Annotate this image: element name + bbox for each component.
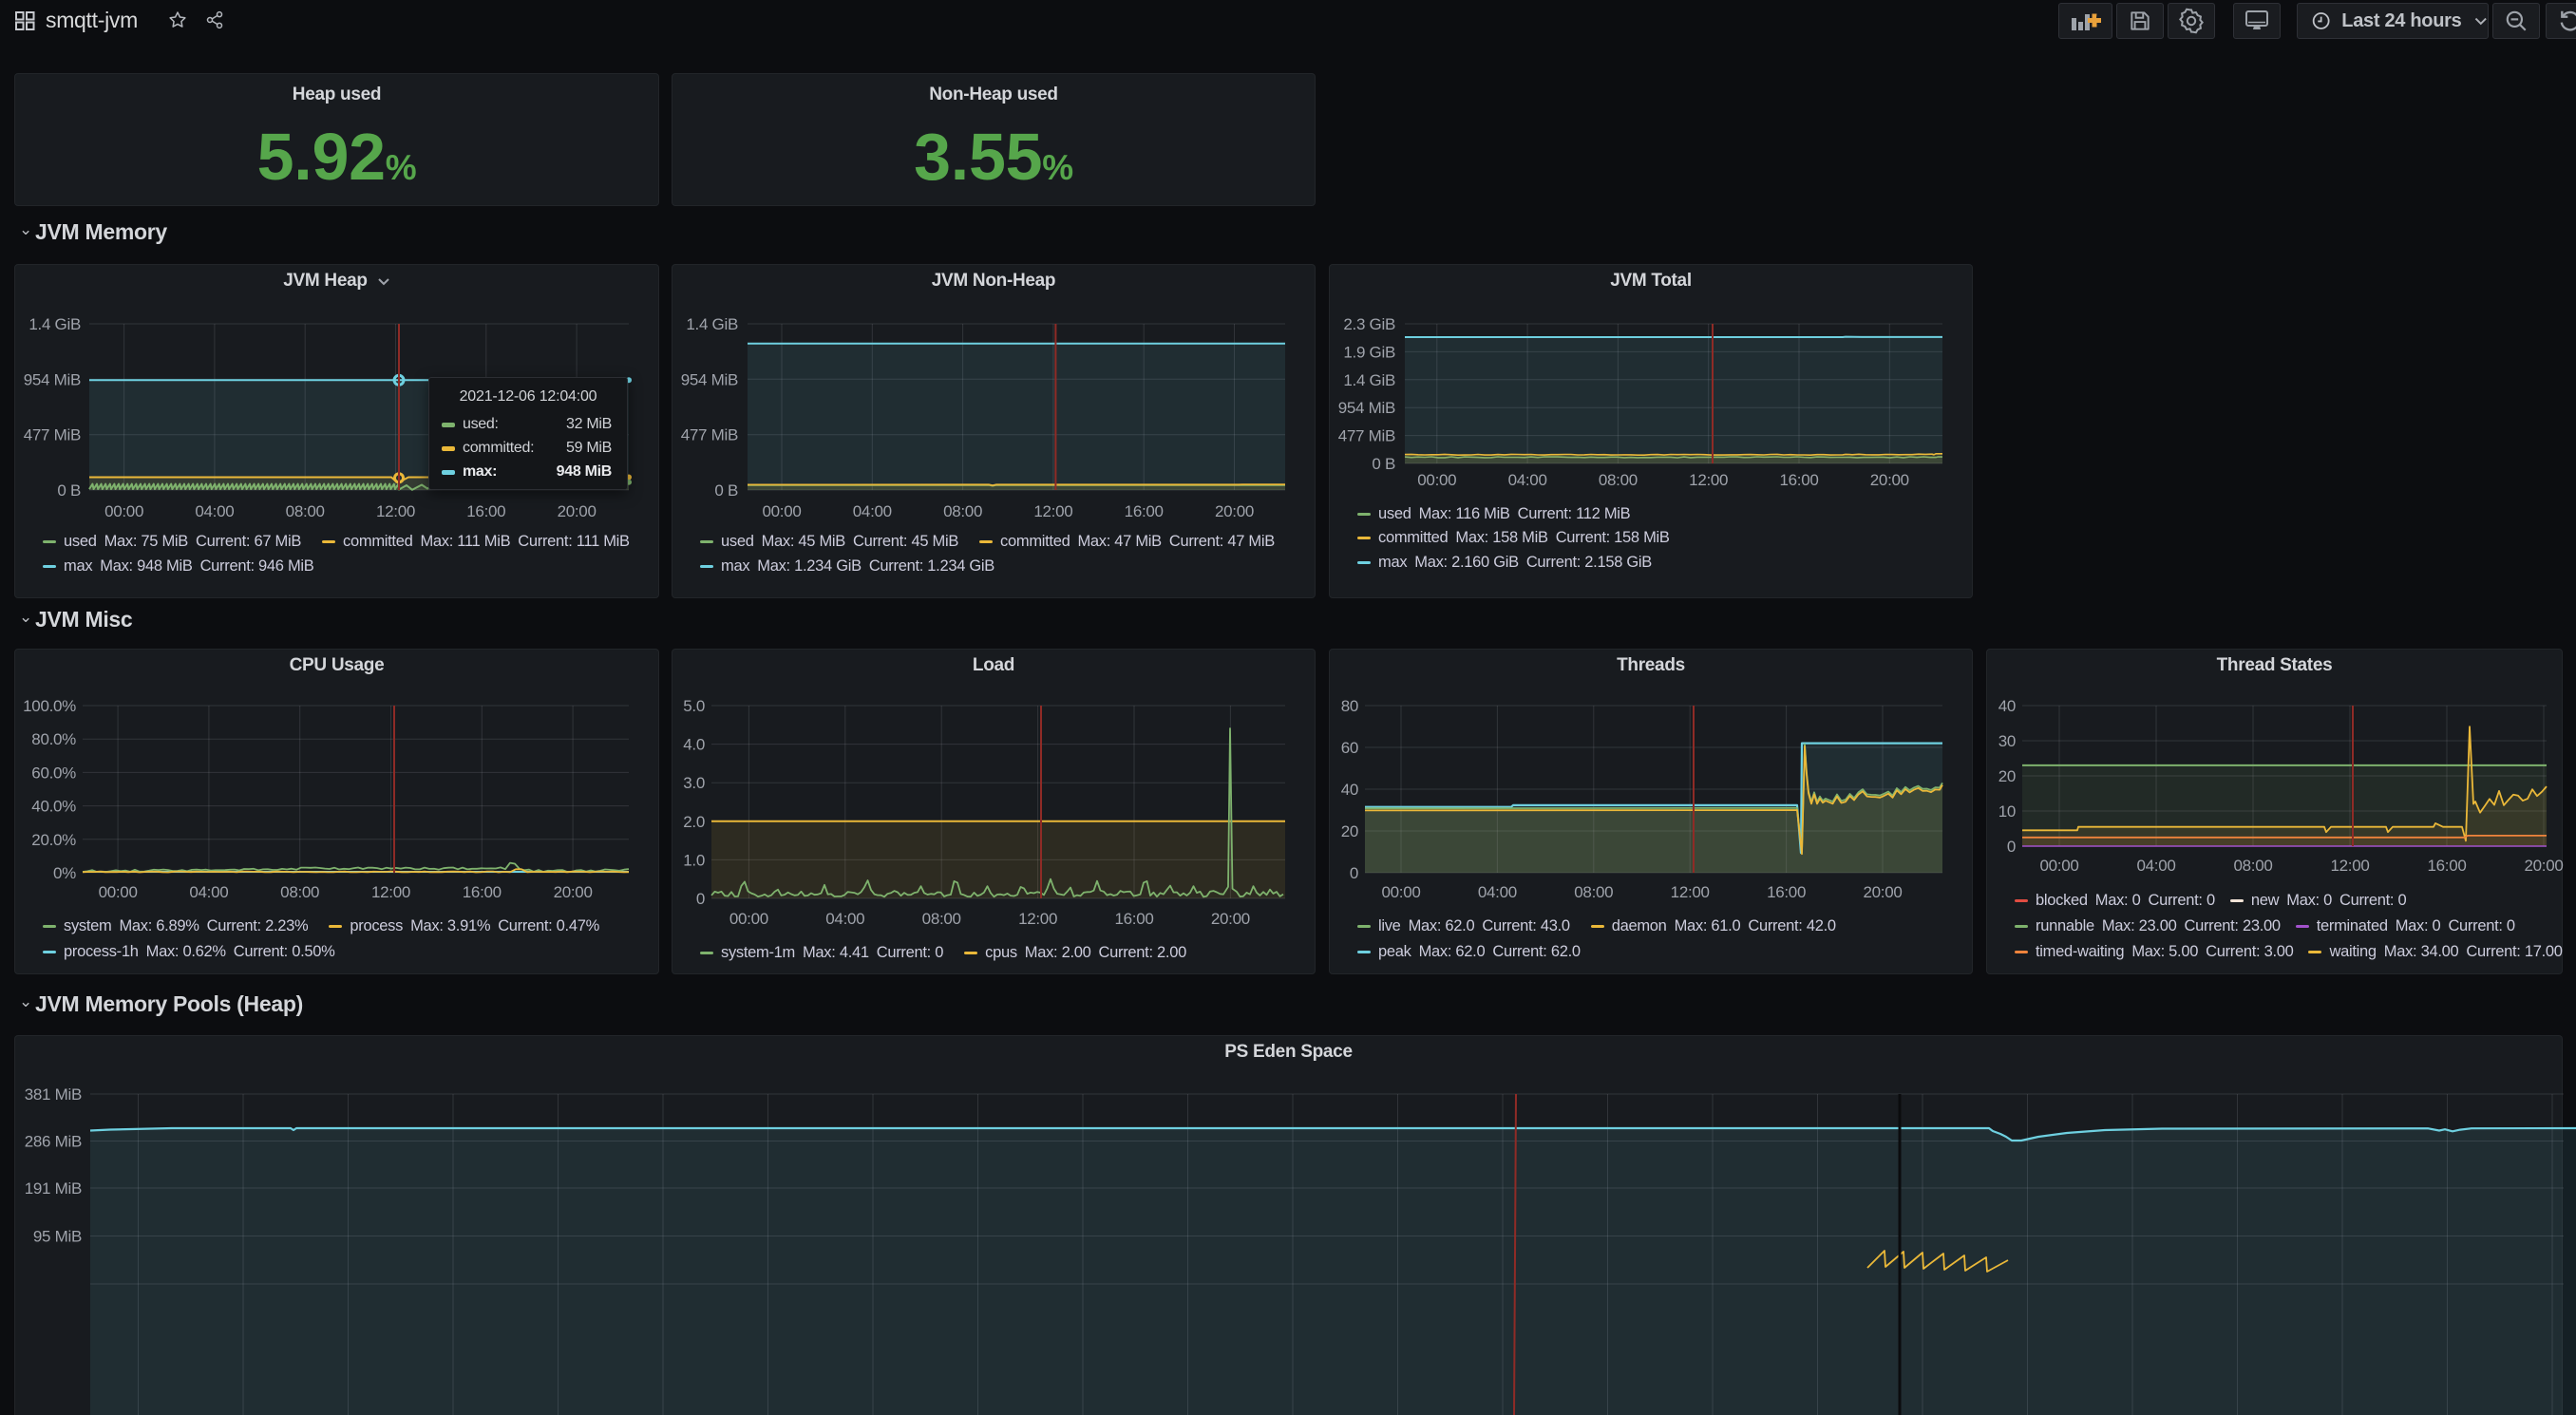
svg-text:12:00: 12:00	[376, 502, 415, 520]
svg-text:477 MiB: 477 MiB	[1338, 427, 1395, 445]
svg-text:00:00: 00:00	[104, 502, 143, 520]
svg-text:0: 0	[696, 890, 705, 908]
svg-text:16:00: 16:00	[463, 883, 502, 901]
svg-text:40.0%: 40.0%	[31, 798, 76, 816]
svg-text:12:00: 12:00	[2330, 857, 2369, 875]
svg-text:20:00: 20:00	[558, 502, 597, 520]
svg-text:20:00: 20:00	[1211, 910, 1250, 928]
svg-text:20: 20	[1341, 822, 1358, 840]
svg-text:16:00: 16:00	[2427, 857, 2466, 875]
svg-text:95 MiB: 95 MiB	[33, 1228, 82, 1246]
svg-text:20:00: 20:00	[2524, 857, 2563, 875]
svg-text:286 MiB: 286 MiB	[25, 1133, 82, 1151]
svg-text:5.0: 5.0	[683, 697, 705, 715]
svg-text:10: 10	[1998, 802, 2016, 821]
svg-text:04:00: 04:00	[2136, 857, 2175, 875]
svg-text:04:00: 04:00	[195, 502, 234, 520]
svg-text:16:00: 16:00	[466, 502, 505, 520]
svg-text:0: 0	[1350, 864, 1358, 882]
svg-text:80.0%: 80.0%	[31, 730, 76, 748]
svg-text:2.0: 2.0	[683, 813, 705, 831]
svg-text:12:00: 12:00	[1689, 471, 1728, 489]
svg-text:20:00: 20:00	[1215, 502, 1254, 520]
svg-text:12:00: 12:00	[1033, 502, 1072, 520]
svg-text:00:00: 00:00	[99, 883, 138, 901]
svg-text:08:00: 08:00	[1599, 471, 1638, 489]
svg-text:00:00: 00:00	[729, 910, 768, 928]
svg-text:20.0%: 20.0%	[31, 831, 76, 849]
svg-text:0: 0	[2007, 838, 2016, 856]
svg-text:08:00: 08:00	[943, 502, 982, 520]
svg-text:60.0%: 60.0%	[31, 764, 76, 782]
svg-text:1.0: 1.0	[683, 851, 705, 869]
svg-text:08:00: 08:00	[280, 883, 319, 901]
svg-text:100.0%: 100.0%	[23, 697, 76, 715]
svg-text:00:00: 00:00	[1381, 883, 1420, 901]
svg-text:477 MiB: 477 MiB	[24, 426, 81, 444]
svg-text:20: 20	[1998, 767, 2016, 785]
svg-text:12:00: 12:00	[1018, 910, 1057, 928]
svg-text:20:00: 20:00	[1870, 471, 1909, 489]
svg-text:16:00: 16:00	[1779, 471, 1818, 489]
svg-text:00:00: 00:00	[2039, 857, 2078, 875]
svg-text:0 B: 0 B	[1372, 455, 1395, 473]
svg-text:0 B: 0 B	[714, 481, 738, 500]
svg-text:477 MiB: 477 MiB	[681, 426, 738, 444]
svg-text:16:00: 16:00	[1767, 883, 1806, 901]
svg-text:1.4 GiB: 1.4 GiB	[28, 315, 81, 333]
svg-text:4.0: 4.0	[683, 736, 705, 754]
svg-text:954 MiB: 954 MiB	[24, 370, 81, 388]
svg-text:08:00: 08:00	[1574, 883, 1613, 901]
svg-text:0%: 0%	[53, 864, 76, 882]
svg-text:60: 60	[1341, 739, 1358, 757]
svg-text:2.3 GiB: 2.3 GiB	[1343, 315, 1395, 333]
svg-text:12:00: 12:00	[371, 883, 410, 901]
svg-text:08:00: 08:00	[922, 910, 961, 928]
svg-text:04:00: 04:00	[189, 883, 228, 901]
svg-text:04:00: 04:00	[1508, 471, 1547, 489]
svg-text:04:00: 04:00	[825, 910, 864, 928]
svg-text:954 MiB: 954 MiB	[1338, 399, 1395, 417]
svg-text:1.4 GiB: 1.4 GiB	[1343, 371, 1395, 389]
svg-text:1.4 GiB: 1.4 GiB	[686, 315, 738, 333]
svg-text:3.0: 3.0	[683, 774, 705, 792]
svg-text:954 MiB: 954 MiB	[681, 370, 738, 388]
svg-text:191 MiB: 191 MiB	[25, 1179, 82, 1198]
svg-text:12:00: 12:00	[1671, 883, 1710, 901]
svg-text:40: 40	[1341, 781, 1358, 799]
svg-text:08:00: 08:00	[2233, 857, 2272, 875]
svg-text:20:00: 20:00	[554, 883, 593, 901]
svg-text:0 B: 0 B	[57, 481, 81, 500]
svg-text:30: 30	[1998, 732, 2016, 750]
svg-text:08:00: 08:00	[286, 502, 325, 520]
svg-text:40: 40	[1998, 697, 2016, 715]
svg-text:381 MiB: 381 MiB	[25, 1085, 82, 1104]
svg-text:00:00: 00:00	[1417, 471, 1456, 489]
svg-text:1.9 GiB: 1.9 GiB	[1343, 343, 1395, 361]
svg-text:20:00: 20:00	[1863, 883, 1902, 901]
svg-text:04:00: 04:00	[1478, 883, 1517, 901]
svg-text:16:00: 16:00	[1125, 502, 1164, 520]
svg-text:80: 80	[1341, 697, 1358, 715]
svg-text:16:00: 16:00	[1114, 910, 1153, 928]
svg-text:04:00: 04:00	[853, 502, 892, 520]
svg-text:00:00: 00:00	[762, 502, 801, 520]
